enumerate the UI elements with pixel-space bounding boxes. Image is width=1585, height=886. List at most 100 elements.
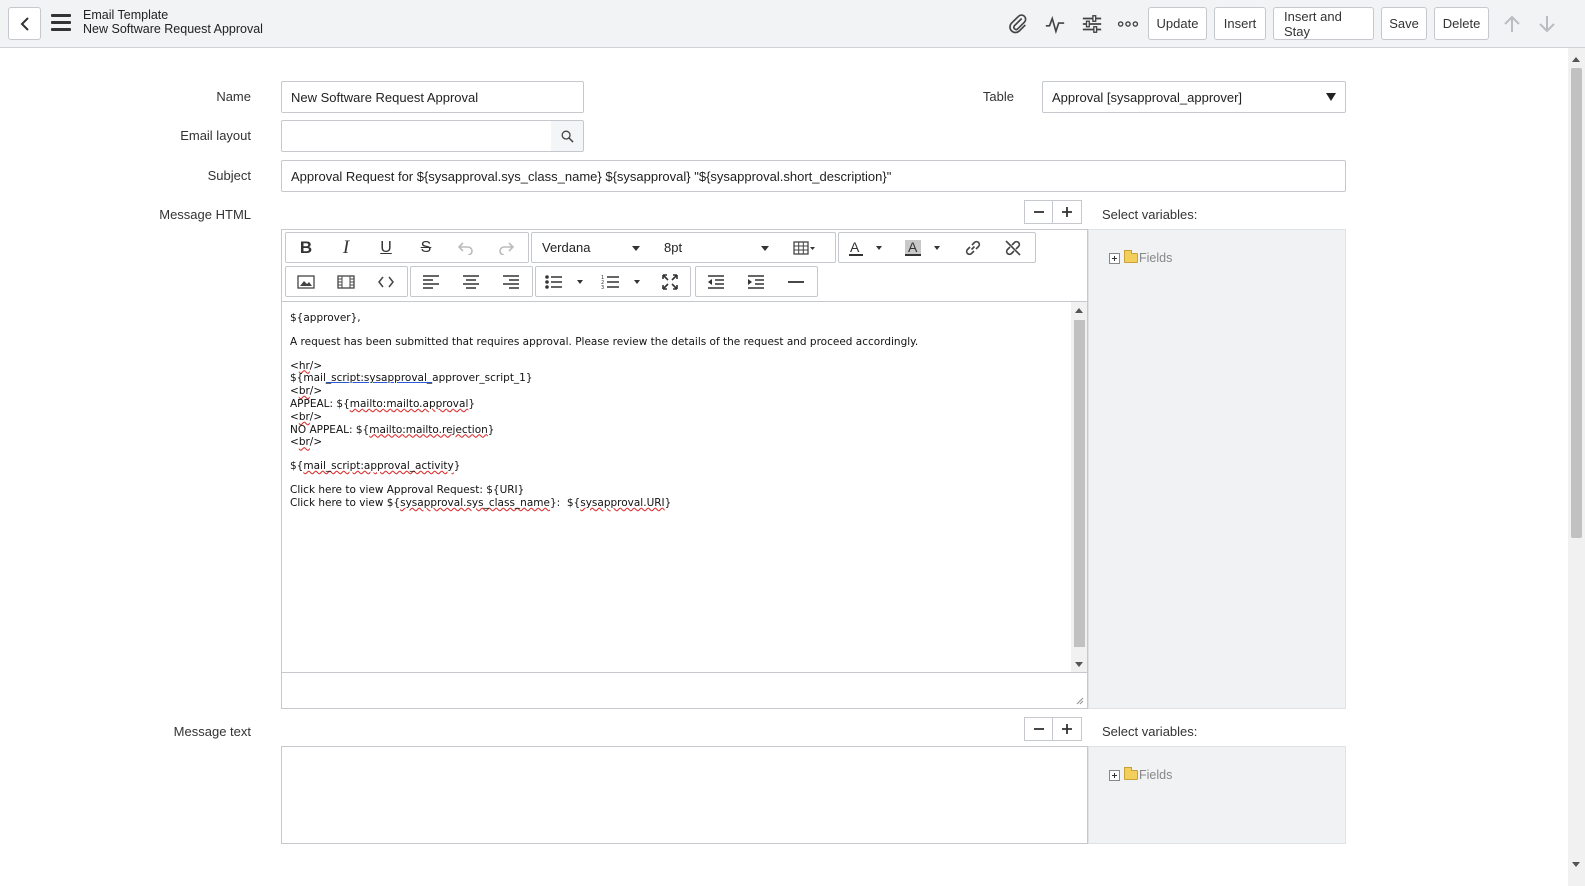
- insert-and-stay-button[interactable]: Insert and Stay: [1273, 7, 1374, 40]
- background-color-button[interactable]: A: [895, 233, 953, 262]
- table-label: Table: [982, 89, 1014, 104]
- numbered-list-icon: 123: [601, 275, 640, 290]
- content-line: <hr/>: [290, 359, 323, 372]
- subject-field[interactable]: Approval Request for ${sysapproval.sys_c…: [281, 160, 1346, 192]
- plus-icon: [1062, 207, 1072, 217]
- scroll-up-icon[interactable]: [1075, 307, 1083, 313]
- editor-statusbar: [282, 672, 1087, 708]
- align-right-icon[interactable]: [491, 267, 531, 296]
- format-group: B I U S: [285, 232, 529, 263]
- dropdown-arrow-icon: [632, 246, 640, 251]
- scrollbar-thumb[interactable]: [1074, 320, 1085, 647]
- content-line: APPEAL: ${mailto:mailto.approval}: [290, 397, 476, 410]
- expand-icon[interactable]: [1109, 252, 1120, 264]
- text-color-button[interactable]: A: [839, 233, 895, 262]
- activity-icon[interactable]: [1043, 12, 1067, 36]
- folder-icon: [1124, 250, 1138, 263]
- email-layout-lookup-button[interactable]: [551, 120, 584, 152]
- editor-content[interactable]: ${approver}, A request has been submitte…: [282, 302, 1072, 673]
- collapse-button[interactable]: [1024, 717, 1053, 741]
- svg-text:A: A: [908, 239, 918, 255]
- arrow-down-icon[interactable]: [1535, 12, 1559, 36]
- align-left-icon[interactable]: [411, 267, 451, 296]
- image-icon[interactable]: [286, 267, 326, 296]
- fields-node-label: Fields: [1139, 768, 1173, 782]
- message-text-field[interactable]: [281, 746, 1088, 844]
- save-button[interactable]: Save: [1381, 7, 1427, 40]
- back-button[interactable]: [8, 7, 41, 40]
- scroll-down-icon[interactable]: [1075, 662, 1083, 668]
- font-size-dropdown[interactable]: 8pt: [654, 233, 779, 262]
- collapse-button[interactable]: [1024, 200, 1053, 224]
- select-variables-label: Select variables:: [1102, 724, 1198, 739]
- indent-group: [695, 266, 818, 297]
- variables-tree-panel: Fields: [1088, 229, 1346, 709]
- font-group: Verdana 8pt: [531, 232, 836, 263]
- message-html-resize-controls: [1024, 200, 1082, 224]
- scrollbar-thumb[interactable]: [1571, 68, 1582, 538]
- unlink-icon[interactable]: [993, 233, 1033, 262]
- underline-icon[interactable]: U: [366, 233, 406, 262]
- content-line: Click here to view Approval Request: ${U…: [290, 483, 525, 496]
- minus-icon: [1033, 728, 1044, 730]
- subject-label: Subject: [207, 168, 251, 183]
- delete-button[interactable]: Delete: [1434, 7, 1489, 40]
- content-line: <br/>: [290, 385, 323, 398]
- table-icon: [793, 240, 815, 255]
- form-type-title: Email Template: [83, 8, 169, 22]
- bullet-list-button[interactable]: [536, 267, 592, 296]
- strikethrough-icon[interactable]: S: [406, 233, 446, 262]
- scroll-up-icon[interactable]: [1572, 56, 1580, 62]
- scroll-down-icon[interactable]: [1572, 862, 1580, 868]
- email-layout-field[interactable]: [281, 120, 552, 152]
- form-header: Email Template New Software Request Appr…: [0, 0, 1585, 48]
- arrow-up-icon[interactable]: [1500, 12, 1524, 36]
- font-family-value: Verdana: [542, 240, 591, 255]
- fullscreen-icon[interactable]: [650, 267, 690, 296]
- svg-text:A: A: [850, 239, 860, 255]
- page-scrollbar[interactable]: [1568, 48, 1585, 886]
- italic-icon[interactable]: I: [326, 233, 366, 262]
- message-html-label: Message HTML: [159, 207, 251, 222]
- variables-tree-panel: Fields: [1088, 746, 1346, 844]
- align-center-icon[interactable]: [451, 267, 491, 296]
- undo-icon[interactable]: [446, 233, 486, 262]
- sliders-icon[interactable]: [1080, 12, 1104, 36]
- numbered-list-button[interactable]: 123: [592, 267, 650, 296]
- more-icon[interactable]: [1116, 12, 1140, 36]
- horizontal-rule-icon[interactable]: [776, 267, 816, 296]
- source-code-icon[interactable]: [366, 267, 406, 296]
- expand-button[interactable]: [1053, 717, 1082, 741]
- content-line: ${approver},: [290, 312, 361, 324]
- content-line: ${mail_script:approval_activity}: [290, 460, 461, 473]
- html-editor: B I U S Verdana 8pt A A 1 2 3 ${approver…: [281, 229, 1088, 709]
- table-select[interactable]: Approval [sysapproval_approver]: [1042, 81, 1346, 113]
- fields-tree-node[interactable]: Fields: [1109, 767, 1173, 782]
- editor-scrollbar[interactable]: [1071, 302, 1087, 673]
- link-icon[interactable]: [953, 233, 993, 262]
- bullet-list-icon: [545, 274, 583, 289]
- menu-icon[interactable]: [51, 14, 71, 32]
- video-icon[interactable]: [326, 267, 366, 296]
- font-family-dropdown[interactable]: Verdana: [532, 233, 654, 262]
- content-line: A request has been submitted that requir…: [290, 335, 919, 348]
- fields-node-label: Fields: [1139, 251, 1173, 265]
- fields-tree-node[interactable]: Fields: [1109, 250, 1173, 265]
- folder-icon: [1124, 767, 1138, 780]
- text-color-icon: A: [849, 239, 882, 256]
- expand-button[interactable]: [1053, 200, 1082, 224]
- update-button[interactable]: Update: [1148, 7, 1207, 40]
- email-layout-label: Email layout: [180, 128, 251, 143]
- redo-icon[interactable]: [486, 233, 526, 262]
- insert-group: [285, 266, 408, 297]
- name-field[interactable]: New Software Request Approval: [281, 81, 584, 113]
- content-line: <br/>: [290, 436, 323, 449]
- expand-icon[interactable]: [1109, 769, 1120, 781]
- outdent-icon[interactable]: [696, 267, 736, 296]
- table-insert-button[interactable]: [779, 233, 829, 262]
- indent-icon[interactable]: [736, 267, 776, 296]
- paperclip-icon[interactable]: [1006, 12, 1030, 36]
- bold-icon[interactable]: B: [286, 233, 326, 262]
- insert-button[interactable]: Insert: [1214, 7, 1266, 40]
- resize-handle-icon[interactable]: [1074, 695, 1084, 705]
